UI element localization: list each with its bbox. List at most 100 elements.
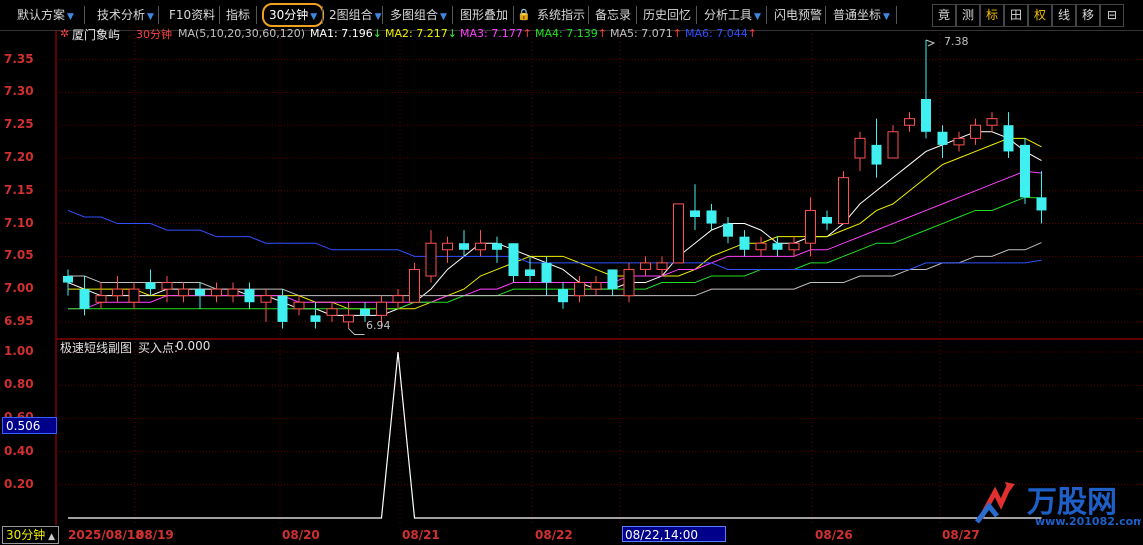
high-price-marker	[925, 39, 936, 47]
x-tick-label: 08/20	[282, 528, 320, 542]
y-tick-label: 7.25	[4, 117, 34, 132]
x-tick-label: 08/27	[942, 528, 980, 542]
candle-body	[640, 262, 651, 270]
period-selector-button[interactable]: 30分钟 ▲	[2, 526, 60, 544]
ma-value: 7.217	[416, 27, 448, 40]
candle-body	[277, 295, 288, 322]
candle-body	[343, 314, 354, 323]
x-tick-label: 08/19	[136, 528, 174, 542]
candle-body	[178, 288, 189, 297]
candle-body	[112, 288, 123, 297]
candle-body	[673, 203, 684, 264]
candle-body	[409, 268, 420, 303]
y-tick-label: 7.20	[4, 150, 34, 164]
ma-name: MA1	[310, 27, 335, 40]
ma-direction: ↑	[597, 27, 607, 40]
candle-body	[805, 209, 816, 244]
candle-body	[558, 289, 568, 303]
candle-body	[822, 217, 832, 224]
candle-body	[755, 242, 767, 251]
candle-body	[904, 118, 915, 126]
sub-y-tick-label: 0.40	[4, 443, 34, 458]
candle-body	[623, 268, 635, 297]
candle-body	[953, 137, 965, 146]
ma-direction: ↓	[372, 27, 382, 40]
ma-name: MA6	[685, 27, 710, 40]
candle-body	[376, 301, 387, 316]
candle-body	[392, 295, 404, 303]
current-value-marker: 0.506	[2, 417, 57, 434]
ma-line-ma6	[67, 209, 1042, 270]
ma-legend-item-1: MA1: 7.196↓	[310, 27, 382, 40]
candle-body	[63, 276, 73, 283]
ma-legend-item-3: MA3: 7.177↑	[460, 27, 532, 40]
low-price-label: 6.94	[366, 319, 391, 332]
candle-body	[838, 177, 849, 225]
ma-value: 7.139	[566, 27, 598, 40]
candle-body	[79, 289, 90, 309]
ma-direction: ↓	[447, 27, 457, 40]
candle-body	[986, 118, 998, 126]
ma-value: 7.071	[641, 27, 673, 40]
ma-name: MA5	[610, 27, 635, 40]
ma-legend-item-6: MA6: 7.044↑	[685, 27, 757, 40]
y-tick-label: 7.00	[4, 281, 34, 296]
candle-body	[772, 243, 783, 250]
candle-body	[921, 99, 931, 132]
candle-body	[227, 288, 239, 297]
watermark-logo: 万股网 www.201082.com	[975, 482, 1141, 528]
sub-series-line	[68, 351, 1042, 519]
period-selector-label: 30分钟	[6, 528, 46, 542]
stock-name: 厦门象屿	[72, 28, 121, 42]
ma-name: MA3	[460, 27, 485, 40]
ma-legend-item-5: MA5: 7.071↑	[610, 27, 682, 40]
candle-body	[871, 144, 882, 165]
ma-direction: ↑	[522, 27, 532, 40]
candle-body	[590, 282, 602, 290]
candle-body	[656, 262, 668, 270]
ma-name: MA4	[535, 27, 560, 40]
candle-body	[525, 269, 535, 276]
candle-body	[95, 295, 107, 303]
candle-body	[937, 131, 948, 145]
y-tick-label: 7.15	[4, 182, 34, 197]
y-tick-label: 7.35	[4, 51, 34, 66]
x-tick-label: 2025/08/18	[68, 528, 144, 542]
low-price-marker	[348, 328, 365, 335]
candlestick-chart	[55, 30, 1143, 525]
stock-selector-icon[interactable]: ✲	[60, 27, 69, 40]
candle-body	[706, 210, 717, 224]
ma-legend-item-4: MA4: 7.139↑	[535, 27, 607, 40]
candle-body	[211, 288, 222, 297]
candle-body	[145, 282, 156, 290]
buy-point-value: 0.000	[176, 339, 211, 353]
candle-body	[492, 243, 502, 250]
time-cursor-label: 08/22,14:00	[622, 526, 726, 542]
candle-body	[425, 242, 437, 277]
candle-body	[723, 223, 733, 237]
candle-body	[195, 289, 205, 296]
candle-body	[442, 242, 453, 251]
x-tick-label: 08/26	[815, 528, 853, 542]
candle-body	[326, 308, 338, 316]
sub-y-tick-label: 0.80	[4, 377, 34, 392]
candle-body	[541, 262, 552, 283]
candle-body	[854, 137, 866, 159]
y-tick-label: 7.10	[4, 215, 34, 230]
sub-panel-title: 极速短线副图	[60, 341, 133, 355]
y-tick-label: 7.30	[4, 84, 34, 99]
candle-body	[887, 131, 899, 159]
candle-body	[788, 242, 800, 251]
ma-name: MA2	[385, 27, 410, 40]
candle-body	[1003, 125, 1014, 152]
candle-body	[310, 315, 321, 322]
candle-body	[970, 124, 981, 139]
candle-body	[475, 242, 486, 251]
candle-body	[244, 289, 255, 303]
candle-body	[1036, 197, 1047, 211]
ma-direction: ↑	[747, 27, 757, 40]
buy-point-label: 买入点:	[138, 341, 179, 355]
chart-period: 30分钟	[136, 28, 172, 41]
candle-body	[1020, 144, 1030, 198]
candle-body	[739, 236, 750, 250]
